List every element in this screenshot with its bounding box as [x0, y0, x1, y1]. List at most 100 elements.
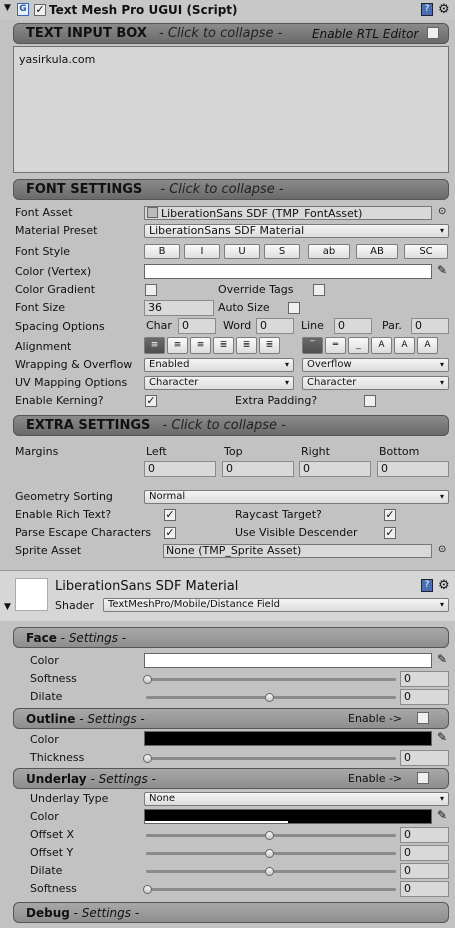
offset-y-slider-thumb[interactable] — [265, 849, 274, 858]
face-dilate-field[interactable]: 0 — [400, 689, 449, 705]
font-settings-header[interactable]: FONT SETTINGS - Click to collapse - — [13, 179, 449, 200]
extra-padding-checkbox[interactable] — [364, 395, 376, 407]
object-picker-icon[interactable]: ⊙ — [438, 206, 446, 217]
align-right-icon[interactable]: ≡ — [190, 337, 211, 354]
uv-horizontal-dropdown[interactable]: Character ▾ — [144, 376, 294, 390]
auto-size-checkbox[interactable] — [288, 302, 300, 314]
overflow-dropdown[interactable]: Overflow ▾ — [302, 358, 449, 372]
debug-header[interactable]: Debug - Settings - — [13, 902, 449, 923]
alignment-label: Alignment — [15, 340, 72, 353]
underlay-enable-checkbox[interactable] — [417, 772, 429, 784]
margin-right-field[interactable]: 0 — [299, 461, 371, 477]
outline-header[interactable]: Outline - Settings - Enable -> — [13, 708, 449, 729]
outline-thickness-field[interactable]: 0 — [400, 750, 449, 766]
offset-x-field[interactable]: 0 — [400, 827, 449, 843]
kerning-checkbox[interactable]: ✓ — [145, 395, 157, 407]
eyedropper-icon[interactable]: ✎ — [437, 808, 447, 822]
align-flush-icon[interactable]: ≣ — [236, 337, 257, 354]
wrapping-dropdown[interactable]: Enabled ▾ — [144, 358, 294, 372]
style-uppercase-button[interactable]: AB — [356, 244, 398, 259]
uv-vertical-dropdown[interactable]: Character ▾ — [302, 376, 449, 390]
spacing-word-field[interactable]: 0 — [256, 318, 294, 334]
font-asset-field[interactable]: LiberationSans SDF (TMP_FontAsset) — [144, 206, 432, 220]
override-tags-checkbox[interactable] — [313, 284, 325, 296]
underlay-dilate-field[interactable]: 0 — [400, 863, 449, 879]
geometry-sorting-value: Normal — [149, 491, 186, 502]
underlay-softness-slider-track[interactable] — [146, 888, 396, 891]
uv-horizontal-value: Character — [149, 377, 199, 388]
align-middle-icon[interactable]: ═ — [325, 337, 346, 354]
material-preset-dropdown[interactable]: LiberationSans SDF Material ▾ — [144, 224, 449, 238]
visible-descender-checkbox[interactable]: ✓ — [384, 527, 396, 539]
foldout-arrow-icon[interactable]: ▼ — [4, 3, 11, 13]
component-enabled-checkbox[interactable]: ✓ — [34, 4, 46, 16]
margin-right-label: Right — [301, 445, 330, 458]
gear-icon[interactable]: ⚙ — [438, 578, 450, 593]
face-color-swatch[interactable] — [144, 653, 432, 668]
face-dilate-slider-thumb[interactable] — [265, 693, 274, 702]
font-settings-title: FONT SETTINGS — [26, 182, 143, 197]
spacing-char-field[interactable]: 0 — [178, 318, 216, 334]
outline-thickness-slider-track[interactable] — [146, 757, 396, 760]
underlay-softness-slider-thumb[interactable] — [143, 885, 152, 894]
extra-settings-header[interactable]: EXTRA SETTINGS - Click to collapse - — [13, 415, 449, 436]
vertex-color-swatch[interactable] — [144, 264, 432, 279]
eyedropper-icon[interactable]: ✎ — [437, 730, 447, 744]
underlay-header[interactable]: Underlay - Settings - Enable -> — [13, 768, 449, 789]
face-softness-slider-thumb[interactable] — [143, 675, 152, 684]
color-gradient-checkbox[interactable] — [145, 284, 157, 296]
offset-y-field[interactable]: 0 — [400, 845, 449, 861]
eyedropper-icon[interactable]: ✎ — [437, 263, 447, 277]
margin-bottom-field[interactable]: 0 — [377, 461, 449, 477]
align-baseline-icon[interactable]: A — [371, 337, 392, 354]
align-justify-icon[interactable]: ≣ — [213, 337, 234, 354]
spacing-paragraph-field[interactable]: 0 — [411, 318, 449, 334]
style-lowercase-button[interactable]: ab — [308, 244, 350, 259]
underlay-color-swatch[interactable] — [144, 809, 432, 824]
underlay-type-dropdown[interactable]: None ▾ — [144, 792, 449, 806]
text-input-area[interactable]: yasirkula.com — [13, 46, 449, 173]
object-picker-icon[interactable]: ⊙ — [438, 544, 446, 555]
align-bottom-icon[interactable]: _ — [348, 337, 369, 354]
rich-text-checkbox[interactable]: ✓ — [164, 509, 176, 521]
gear-icon[interactable]: ⚙ — [438, 2, 450, 17]
shader-dropdown[interactable]: TextMeshPro/Mobile/Distance Field ▾ — [103, 598, 449, 612]
outline-enable-checkbox[interactable] — [417, 712, 429, 724]
align-left-icon[interactable]: ≡ — [144, 337, 165, 354]
font-size-field[interactable]: 36 — [144, 300, 214, 316]
offset-x-slider-thumb[interactable] — [265, 831, 274, 840]
face-header[interactable]: Face - Settings - — [13, 627, 449, 648]
style-bold-button[interactable]: B — [144, 244, 180, 259]
style-underline-button[interactable]: U — [224, 244, 260, 259]
style-smallcaps-button[interactable]: SC — [404, 244, 448, 259]
spacing-line-field[interactable]: 0 — [334, 318, 372, 334]
align-midline-icon[interactable]: A — [394, 337, 415, 354]
material-name: LiberationSans SDF Material — [55, 579, 239, 594]
rtl-checkbox[interactable] — [427, 27, 439, 39]
geometry-sorting-label: Geometry Sorting — [15, 490, 113, 503]
align-center-icon[interactable]: ≡ — [167, 337, 188, 354]
style-italic-button[interactable]: I — [184, 244, 220, 259]
face-softness-field[interactable]: 0 — [400, 671, 449, 687]
help-book-icon[interactable]: ? — [421, 579, 433, 592]
text-input-header[interactable]: TEXT INPUT BOX - Click to collapse - Ena… — [13, 23, 449, 44]
sprite-asset-field[interactable]: None (TMP_Sprite Asset) — [163, 544, 432, 558]
margin-left-field[interactable]: 0 — [144, 461, 216, 477]
help-book-icon[interactable]: ? — [421, 3, 433, 16]
underlay-dilate-slider-thumb[interactable] — [265, 867, 274, 876]
outline-color-swatch[interactable] — [144, 731, 432, 746]
face-softness-slider-track[interactable] — [146, 678, 396, 681]
margin-top-field[interactable]: 0 — [222, 461, 294, 477]
underlay-softness-field[interactable]: 0 — [400, 881, 449, 897]
align-geometry-center-icon[interactable]: ≣ — [259, 337, 280, 354]
material-foldout-arrow-icon[interactable]: ▼ — [4, 602, 11, 612]
dropdown-arrow-icon: ▾ — [439, 492, 444, 501]
outline-thickness-slider-thumb[interactable] — [143, 754, 152, 763]
align-capline-icon[interactable]: A — [417, 337, 438, 354]
geometry-sorting-dropdown[interactable]: Normal ▾ — [144, 490, 449, 504]
style-strikethrough-button[interactable]: S — [264, 244, 300, 259]
raycast-target-checkbox[interactable]: ✓ — [384, 509, 396, 521]
parse-escape-checkbox[interactable]: ✓ — [164, 527, 176, 539]
eyedropper-icon[interactable]: ✎ — [437, 652, 447, 666]
align-top-icon[interactable]: ‾ — [302, 337, 323, 354]
